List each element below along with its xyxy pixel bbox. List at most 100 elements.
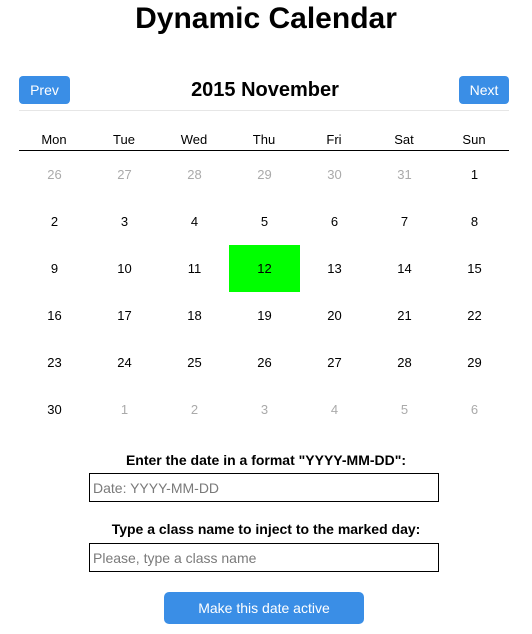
- day-number: 30: [327, 167, 342, 182]
- month-title: 2015 November: [191, 79, 339, 101]
- day-number: 9: [50, 261, 59, 276]
- calendar-day[interactable]: 28: [159, 151, 229, 199]
- day-number: 31: [397, 167, 412, 182]
- calendar-day[interactable]: 10: [89, 245, 159, 292]
- calendar-day[interactable]: 7: [369, 198, 439, 245]
- calendar-day[interactable]: 8: [439, 198, 509, 245]
- calendar-day[interactable]: 3: [229, 386, 299, 433]
- day-number: 22: [467, 308, 482, 323]
- day-number: 5: [260, 214, 269, 229]
- calendar-day[interactable]: 25: [159, 339, 229, 386]
- weekday-header-row: Mon Tue Wed Thu Fri Sat Sun: [19, 128, 509, 151]
- day-number: 15: [467, 261, 482, 276]
- nav-divider: [19, 110, 509, 111]
- calendar-day[interactable]: 24: [89, 339, 159, 386]
- calendar-week-row: 16 17 18 19 20 21 22: [19, 292, 509, 339]
- day-number: 26: [257, 355, 272, 370]
- calendar-day[interactable]: 15: [439, 245, 509, 292]
- calendar-day[interactable]: 30: [299, 151, 369, 199]
- day-number: 30: [47, 402, 62, 417]
- calendar-day[interactable]: 4: [159, 198, 229, 245]
- calendar-day[interactable]: 2: [19, 198, 89, 245]
- calendar-day[interactable]: 11: [159, 245, 229, 292]
- calendar-week-row: 9 10 11 12 13 14 15: [19, 245, 509, 292]
- calendar-day[interactable]: 9: [19, 245, 89, 292]
- day-number: 27: [327, 355, 342, 370]
- date-input[interactable]: [89, 473, 439, 502]
- calendar-day[interactable]: 16: [19, 292, 89, 339]
- day-number: 12: [229, 245, 300, 292]
- day-number: 28: [397, 355, 412, 370]
- calendar-day[interactable]: 14: [369, 245, 439, 292]
- day-number: 14: [397, 261, 412, 276]
- calendar-day[interactable]: 3: [89, 198, 159, 245]
- calendar-day[interactable]: 29: [229, 151, 299, 199]
- calendar-day[interactable]: 1: [439, 151, 509, 199]
- weekday-header: Sat: [369, 128, 439, 151]
- calendar-day[interactable]: 23: [19, 339, 89, 386]
- day-number: 10: [117, 261, 132, 276]
- make-date-active-button[interactable]: Make this date active: [164, 592, 364, 624]
- calendar-day[interactable]: 5: [369, 386, 439, 433]
- calendar-week-row: 26 27 28 29 30 31 1: [19, 151, 509, 199]
- day-number: 6: [330, 214, 339, 229]
- calendar-day[interactable]: 31: [369, 151, 439, 199]
- day-number: 26: [47, 167, 62, 182]
- day-number: 16: [47, 308, 62, 323]
- next-month-button[interactable]: Next: [459, 76, 509, 104]
- calendar-day[interactable]: 13: [299, 245, 369, 292]
- day-number: 21: [397, 308, 412, 323]
- day-number: 20: [327, 308, 342, 323]
- calendar-day[interactable]: 2: [159, 386, 229, 433]
- date-field-label: Enter the date in a format "YYYY-MM-DD":: [125, 452, 407, 468]
- day-number: 2: [50, 214, 59, 229]
- calendar-day[interactable]: 19: [229, 292, 299, 339]
- calendar-week-row: 23 24 25 26 27 28 29: [19, 339, 509, 386]
- day-number: 3: [120, 214, 129, 229]
- prev-month-button[interactable]: Prev: [19, 76, 70, 104]
- day-number: 3: [260, 402, 269, 417]
- calendar-day[interactable]: 28: [369, 339, 439, 386]
- weekday-header: Tue: [89, 128, 159, 151]
- day-number: 2: [190, 402, 199, 417]
- calendar-day[interactable]: 4: [299, 386, 369, 433]
- calendar-day[interactable]: 21: [369, 292, 439, 339]
- calendar-day[interactable]: 1: [89, 386, 159, 433]
- class-name-input[interactable]: [89, 543, 439, 572]
- day-number: 28: [187, 167, 202, 182]
- day-number: 1: [120, 402, 129, 417]
- calendar-day[interactable]: 29: [439, 339, 509, 386]
- day-number: 7: [400, 214, 409, 229]
- calendar-day[interactable]: 26: [229, 339, 299, 386]
- calendar-day[interactable]: 17: [89, 292, 159, 339]
- day-number: 18: [187, 308, 202, 323]
- weekday-header: Wed: [159, 128, 229, 151]
- calendar-day[interactable]: 27: [299, 339, 369, 386]
- day-number: 6: [470, 402, 479, 417]
- day-number: 1: [470, 167, 479, 182]
- calendar-grid: Mon Tue Wed Thu Fri Sat Sun 26 27 28 29 30 31…: [19, 128, 509, 433]
- calendar-day[interactable]: 22: [439, 292, 509, 339]
- calendar-day[interactable]: 27: [89, 151, 159, 199]
- page-title: Dynamic Calendar: [135, 2, 397, 35]
- day-number: 29: [257, 167, 272, 182]
- day-number: 23: [47, 355, 62, 370]
- day-number: 27: [117, 167, 132, 182]
- calendar-week-row: 30 1 2 3 4 5 6: [19, 386, 509, 433]
- calendar-body: 26 27 28 29 30 31 1 2 3 4 5 6 7 8 9 10 11 12 13 14 15 16 17 18 1…: [19, 151, 509, 434]
- calendar-day[interactable]: 6: [439, 386, 509, 433]
- weekday-header: Sun: [439, 128, 509, 151]
- calendar-day[interactable]: 5: [229, 198, 299, 245]
- calendar-day[interactable]: 6: [299, 198, 369, 245]
- calendar-day[interactable]: 20: [299, 292, 369, 339]
- day-number: 24: [117, 355, 132, 370]
- day-number: 11: [187, 261, 202, 276]
- calendar-day[interactable]: 26: [19, 151, 89, 199]
- calendar-day[interactable]: 30: [19, 386, 89, 433]
- day-number: 17: [117, 308, 132, 323]
- weekday-header: Mon: [19, 128, 89, 151]
- calendar-week-row: 2 3 4 5 6 7 8: [19, 198, 509, 245]
- calendar-day[interactable]: 18: [159, 292, 229, 339]
- day-number: 25: [187, 355, 202, 370]
- calendar-day-active[interactable]: 12: [229, 245, 300, 292]
